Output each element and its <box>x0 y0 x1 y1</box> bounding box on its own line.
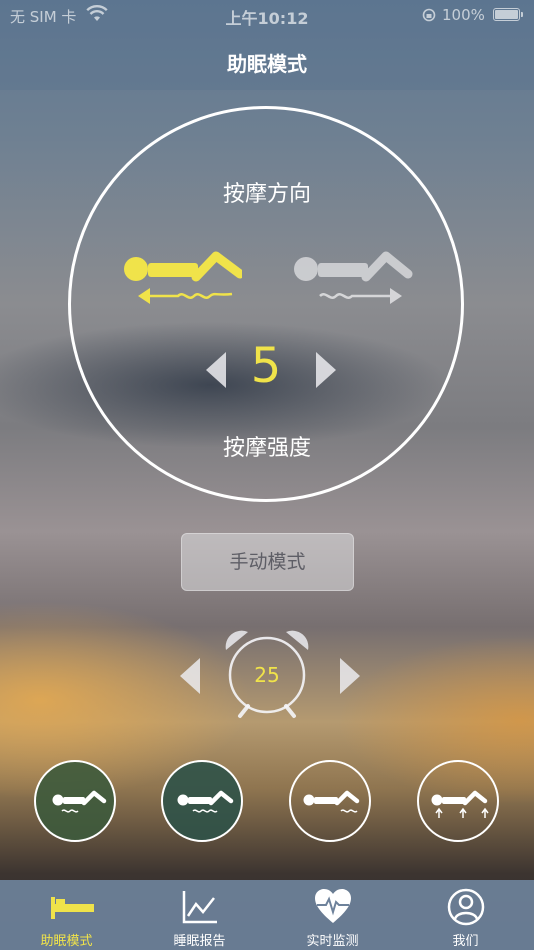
tab-label: 睡眠报告 <box>173 934 226 949</box>
mode-3-button[interactable] <box>289 760 371 842</box>
tab-label: 我们 <box>452 934 479 949</box>
strength-value: 5 <box>250 338 282 394</box>
mode-list <box>0 760 534 850</box>
direction-head-to-foot-button[interactable] <box>118 248 242 308</box>
manual-mode-button[interactable]: 手动模式 <box>181 533 354 591</box>
chevron-left-icon <box>206 352 226 388</box>
timer-increase-button[interactable] <box>338 656 362 696</box>
chart-icon <box>182 891 217 924</box>
page-title: 助眠模式 <box>227 52 307 76</box>
heartbeat-icon <box>315 889 351 923</box>
strength-label: 按摩强度 <box>222 436 311 461</box>
chevron-left-icon <box>180 658 200 694</box>
mode-1-button[interactable] <box>34 760 116 842</box>
strength-increase-button[interactable] <box>314 350 338 390</box>
direction-foot-to-head-button[interactable] <box>290 248 414 308</box>
mode-2-button[interactable] <box>161 760 243 842</box>
tab-realtime-monitor[interactable]: 实时监测 <box>266 880 399 950</box>
bed-icon <box>51 897 94 919</box>
user-icon <box>447 888 485 926</box>
lying-person-icon <box>124 251 242 282</box>
tab-sleep-mode[interactable]: 助眠模式 <box>0 880 133 950</box>
arrow-left-wave-icon <box>138 288 233 304</box>
lying-person-icon <box>294 251 413 282</box>
chevron-right-icon <box>316 352 336 388</box>
lying-wave-icon <box>303 790 360 813</box>
mode-4-button[interactable] <box>417 760 499 842</box>
lying-wave-icon <box>177 790 234 813</box>
strength-decrease-button[interactable] <box>204 350 228 390</box>
timer-value: 25 <box>254 663 280 687</box>
tab-sleep-report[interactable]: 睡眠报告 <box>133 880 266 950</box>
tab-bar: 助眠模式 睡眠报告 实时监测 我们 <box>0 880 534 950</box>
tab-about-us[interactable]: 我们 <box>399 880 532 950</box>
lying-wave-icon <box>52 790 107 813</box>
tab-label: 助眠模式 <box>40 934 93 949</box>
chevron-right-icon <box>340 658 360 694</box>
arrow-right-wave-icon <box>319 288 402 304</box>
lying-arrows-icon <box>431 790 489 818</box>
direction-label: 按摩方向 <box>222 182 311 207</box>
timer-decrease-button[interactable] <box>178 656 202 696</box>
tab-label: 实时监测 <box>306 934 359 949</box>
